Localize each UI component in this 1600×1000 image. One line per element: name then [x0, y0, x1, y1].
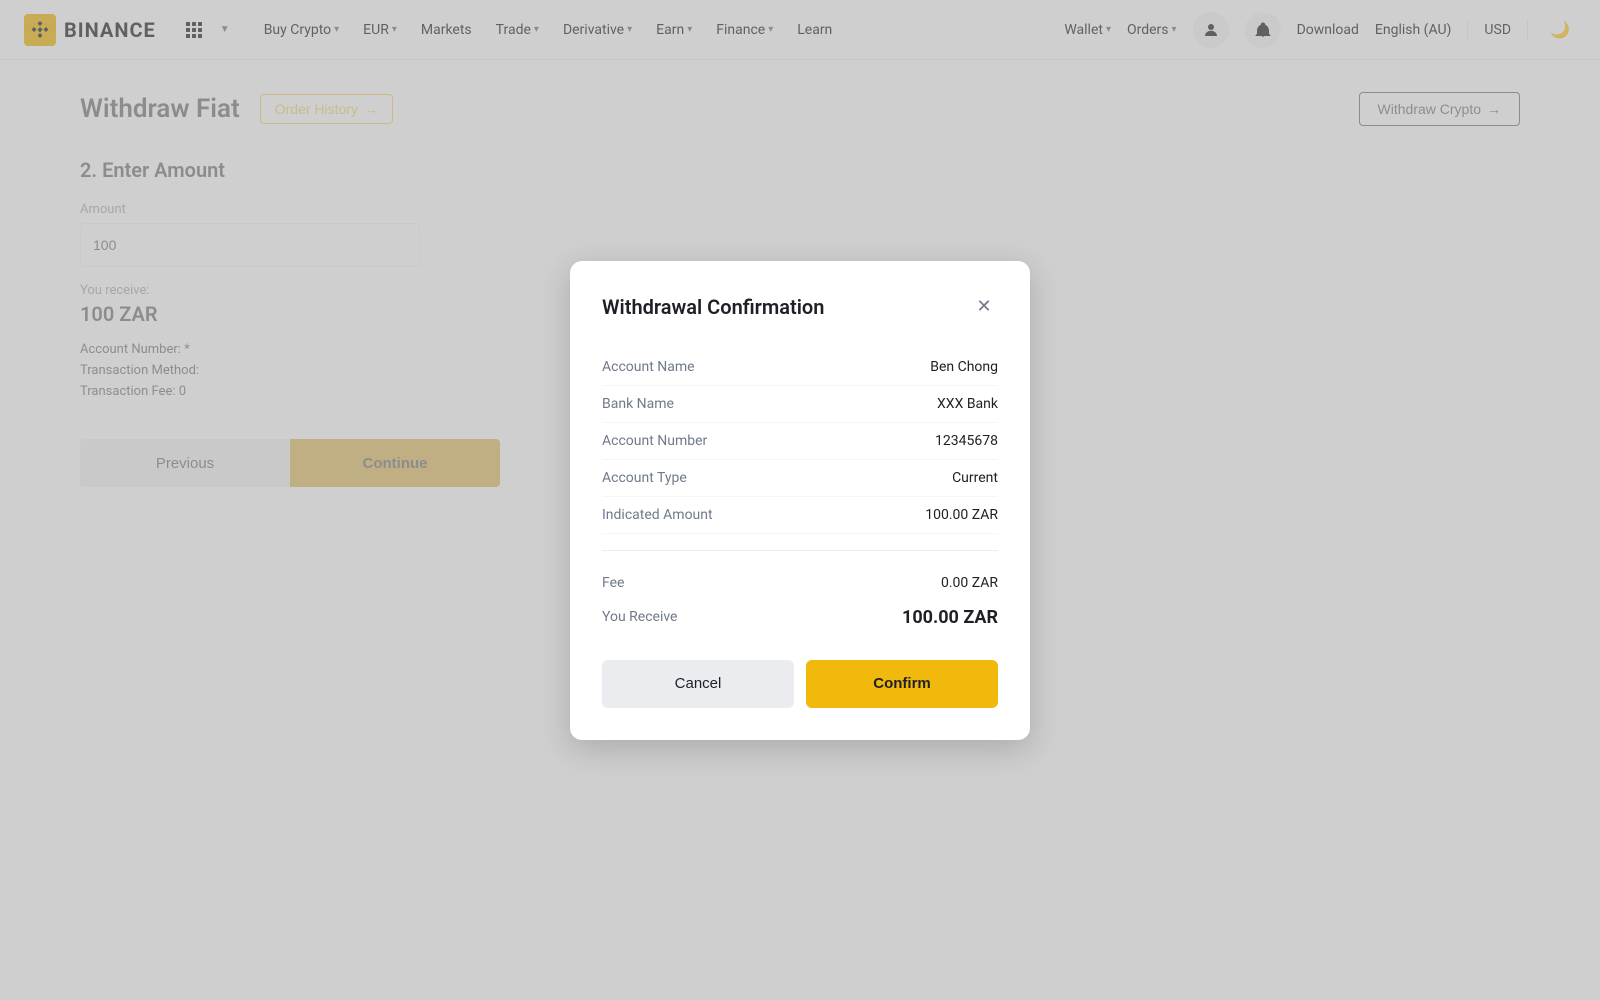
modal-divider	[602, 550, 998, 551]
modal-label-account-type: Account Type	[602, 470, 687, 486]
withdrawal-confirmation-modal: Withdrawal Confirmation ✕ Account Name B…	[570, 261, 1030, 740]
modal-row-indicated-amount: Indicated Amount 100.00 ZAR	[602, 497, 998, 534]
confirm-button[interactable]: Confirm	[806, 660, 998, 708]
modal-value-bank-name: XXX Bank	[937, 396, 998, 412]
modal-row-account-number: Account Number 12345678	[602, 423, 998, 460]
modal-overlay[interactable]: Withdrawal Confirmation ✕ Account Name B…	[0, 0, 1600, 1000]
modal-label-indicated-amount: Indicated Amount	[602, 507, 713, 523]
modal-value-account-number: 12345678	[935, 433, 998, 449]
modal-value-account-name: Ben Chong	[930, 359, 998, 375]
modal-row-bank-name: Bank Name XXX Bank	[602, 386, 998, 423]
modal-row-account-name: Account Name Ben Chong	[602, 349, 998, 386]
modal-title: Withdrawal Confirmation	[602, 295, 824, 319]
modal-label-bank-name: Bank Name	[602, 396, 674, 412]
modal-buttons: Cancel Confirm	[602, 660, 998, 708]
modal-fee-label: Fee	[602, 575, 624, 591]
modal-receive-row: You Receive 100.00 ZAR	[602, 599, 998, 636]
modal-value-indicated-amount: 100.00 ZAR	[925, 507, 998, 523]
modal-fee-row: Fee 0.00 ZAR	[602, 567, 998, 599]
modal-receive-value: 100.00 ZAR	[902, 607, 998, 628]
modal-value-account-type: Current	[952, 470, 998, 486]
modal-receive-label: You Receive	[602, 609, 677, 625]
modal-fee-value: 0.00 ZAR	[941, 575, 998, 591]
modal-label-account-name: Account Name	[602, 359, 695, 375]
modal-label-account-number: Account Number	[602, 433, 707, 449]
modal-close-button[interactable]: ✕	[970, 293, 998, 321]
modal-row-account-type: Account Type Current	[602, 460, 998, 497]
modal-header: Withdrawal Confirmation ✕	[602, 293, 998, 321]
cancel-button[interactable]: Cancel	[602, 660, 794, 708]
